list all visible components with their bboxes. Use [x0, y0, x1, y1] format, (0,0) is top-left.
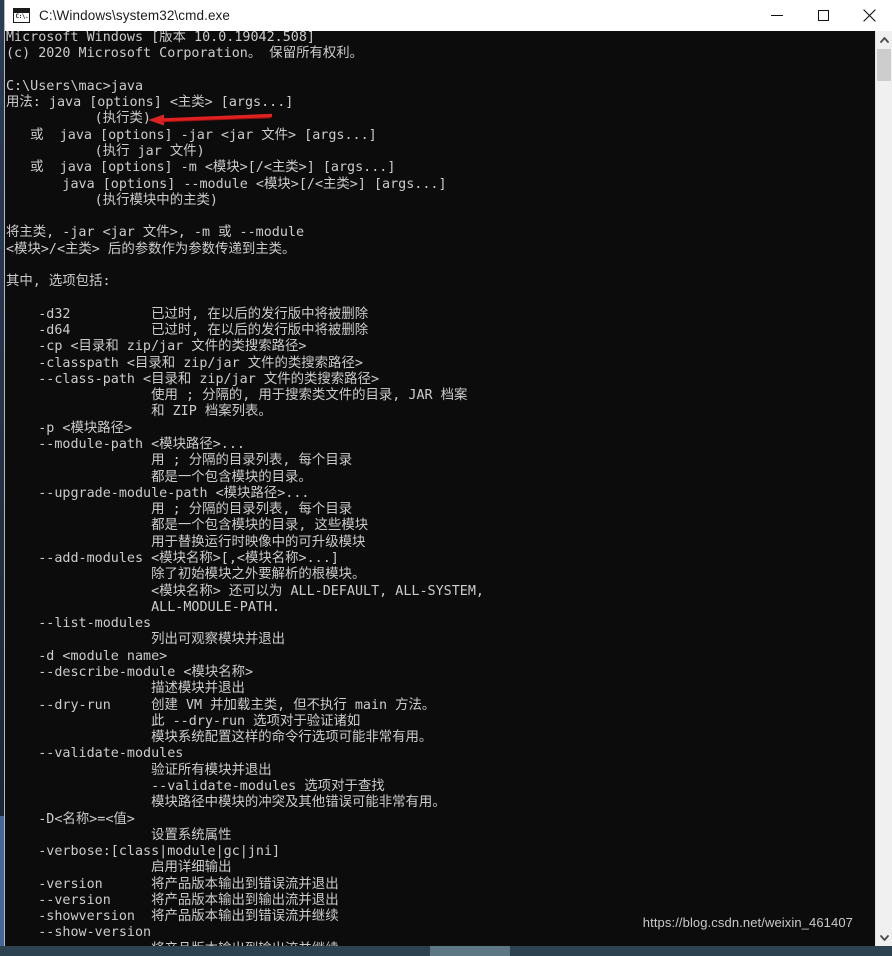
chevron-down-icon [879, 934, 889, 941]
console-scrollbar[interactable] [875, 31, 892, 946]
cmd-icon-prompt-glyph: C:\. [15, 13, 29, 20]
chevron-up-icon [879, 36, 889, 43]
cmd-window[interactable]: C:\. C:\Windows\system32\cmd.exe Microso… [5, 0, 892, 946]
console-output-area[interactable]: Microsoft Windows [版本 10.0.19042.508] (c… [5, 31, 875, 946]
scrollbar-down-button[interactable] [876, 929, 892, 946]
taskbar-highlight [430, 946, 510, 956]
window-controls [754, 0, 892, 31]
minimize-icon [771, 15, 783, 16]
window-title: C:\Windows\system32\cmd.exe [39, 8, 231, 23]
close-button[interactable] [846, 0, 892, 31]
scrollbar-thumb[interactable] [877, 49, 891, 81]
window-titlebar[interactable]: C:\. C:\Windows\system32\cmd.exe [5, 0, 892, 32]
csdn-watermark: https://blog.csdn.net/weixin_461407 [642, 915, 853, 930]
minimize-button[interactable] [754, 0, 800, 31]
cmd-console-icon: C:\. [13, 8, 30, 23]
close-icon [862, 9, 876, 22]
maximize-button[interactable] [800, 0, 846, 31]
console-text: Microsoft Windows [版本 10.0.19042.508] (c… [6, 31, 484, 946]
scrollbar-up-button[interactable] [876, 31, 892, 48]
maximize-icon [817, 10, 829, 21]
taskbar-strip [0, 946, 892, 956]
